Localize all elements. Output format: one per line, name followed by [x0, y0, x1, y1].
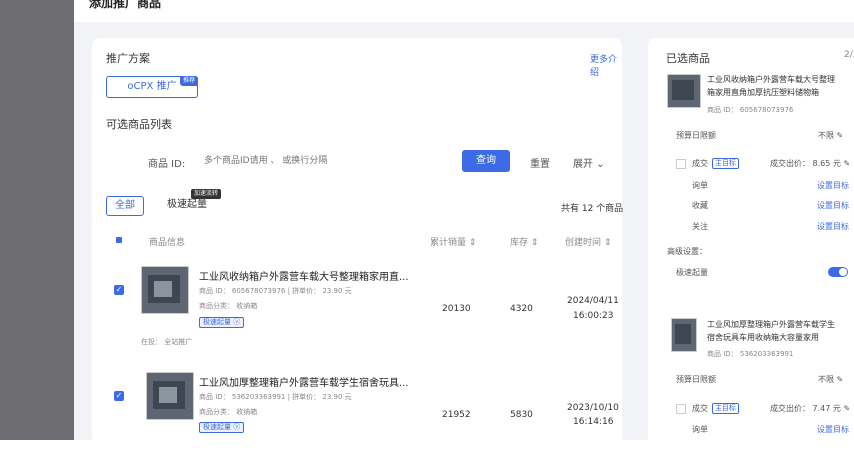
bid-value[interactable]: 成交出价： 8.65 元 ✎: [770, 158, 850, 169]
product-id-search-input[interactable]: [202, 150, 436, 172]
col-stock[interactable]: 库存 ⇕: [510, 235, 538, 248]
selected-count: 2/30: [844, 50, 854, 60]
product-id-label: 商品 ID:: [148, 159, 186, 170]
col-product-info: 商品信息: [149, 238, 186, 248]
conversion-label: 成交: [692, 404, 708, 413]
selected-product-name: 工业风收纳箱户外露营车载大号整理箱家用直角加厚抗压塑料储物箱: [707, 75, 835, 97]
set-goal-link[interactable]: 设置目标: [817, 424, 849, 435]
product-thumbnail: [141, 266, 189, 314]
created-date: 2023/10/10: [567, 403, 619, 413]
selected-product-id: 商品 ID： 605678073976: [707, 106, 794, 114]
tab-all[interactable]: 全部: [106, 196, 144, 216]
budget-value[interactable]: 不限 ✎: [818, 130, 843, 141]
advanced-settings-label: 高级设置：: [667, 247, 707, 256]
selected-thumbnail: [667, 74, 701, 108]
selected-thumbnail: [671, 318, 697, 352]
row-checkbox[interactable]: ✓: [114, 391, 124, 401]
left-sidebar: [0, 0, 74, 440]
row-checkbox[interactable]: ✓: [114, 285, 124, 295]
product-category: 商品分类： 收纳箱: [199, 408, 258, 416]
page-header: 添加推广商品: [74, 0, 854, 22]
speed-tag[interactable]: 极速起量 ⓥ: [199, 422, 245, 433]
conversion-checkbox[interactable]: [676, 404, 686, 414]
col-sales[interactable]: 累计销量 ⇕: [430, 235, 476, 248]
product-category: 商品分类： 收纳箱: [199, 302, 258, 310]
budget-value[interactable]: 不限 ✎: [818, 374, 843, 385]
speed-up-label: 极速起量: [676, 268, 708, 277]
set-goal-link[interactable]: 设置目标: [817, 200, 849, 211]
created-time: 16:00:23: [573, 311, 614, 321]
stock-value: 5830: [510, 410, 533, 420]
col-created[interactable]: 创建时间 ⇕: [565, 235, 611, 248]
set-goal-link[interactable]: 设置目标: [817, 180, 849, 191]
main-goal-tag: 主目标: [712, 158, 739, 169]
created-time: 16:14:16: [573, 417, 614, 427]
product-name: 工业风收纳箱户外露营车载大号整理箱家用直...: [199, 272, 409, 283]
selected-product-id: 商品 ID： 536203363991: [707, 350, 794, 358]
goal-row-label: 收藏: [692, 201, 708, 210]
ocpx-label: oCPX 推广: [127, 81, 177, 92]
budget-label: 预算日限额: [676, 375, 716, 384]
more-info-link[interactable]: 更多介绍: [590, 52, 622, 78]
stock-value: 4320: [510, 304, 533, 314]
product-count: 共有 12 个商品: [561, 204, 624, 214]
promotion-status: 在投： 全站推广: [141, 338, 193, 346]
selected-title: 已选商品: [666, 52, 710, 65]
goal-row-label: 询单: [692, 181, 708, 190]
speed-up-toggle[interactable]: [828, 267, 848, 277]
sales-value: 21952: [442, 410, 471, 420]
budget-label: 预算日限额: [676, 131, 716, 140]
ocpx-plan-option[interactable]: oCPX 推广 推荐: [106, 76, 198, 98]
recommend-badge: 推荐: [179, 76, 198, 86]
sales-value: 20130: [442, 304, 471, 314]
expand-label: 展开: [573, 159, 593, 170]
conversion-label: 成交: [692, 159, 708, 168]
plan-title: 推广方案: [106, 52, 150, 65]
goal-row-label: 关注: [692, 222, 708, 231]
conversion-checkbox[interactable]: [676, 159, 686, 169]
product-id-line: 商品 ID： 536203363991 | 拼单价： 23.90 元: [199, 393, 352, 401]
product-thumbnail: [146, 372, 194, 420]
goal-row-label: 询单: [692, 425, 708, 434]
reset-button[interactable]: 重置: [530, 155, 550, 170]
product-name: 工业风加厚整理箱户外露营车载学生宿舍玩具...: [199, 378, 409, 389]
query-button[interactable]: 查询: [462, 150, 510, 172]
page-title: 添加推广商品: [89, 0, 162, 10]
bid-value[interactable]: 成交出价： 7.47 元 ✎: [770, 403, 850, 414]
set-goal-link[interactable]: 设置目标: [817, 221, 849, 232]
speed-tooltip: 加速流转: [191, 189, 222, 199]
select-all-checkbox[interactable]: [116, 237, 122, 243]
product-list-title: 可选商品列表: [106, 118, 172, 131]
created-date: 2024/04/11: [567, 296, 619, 306]
product-id-line: 商品 ID： 605678073976 | 拼单价： 23.90 元: [199, 287, 352, 295]
speed-tag[interactable]: 极速起量 ⓥ: [199, 317, 245, 328]
selected-product-name: 工业风加厚整理箱户外露营车载学生宿舍玩具车用收纳箱大容量家用: [707, 320, 835, 342]
chevron-down-icon: ⌄: [596, 159, 605, 170]
expand-button[interactable]: 展开 ⌄: [573, 155, 605, 170]
main-goal-tag: 主目标: [712, 403, 739, 414]
